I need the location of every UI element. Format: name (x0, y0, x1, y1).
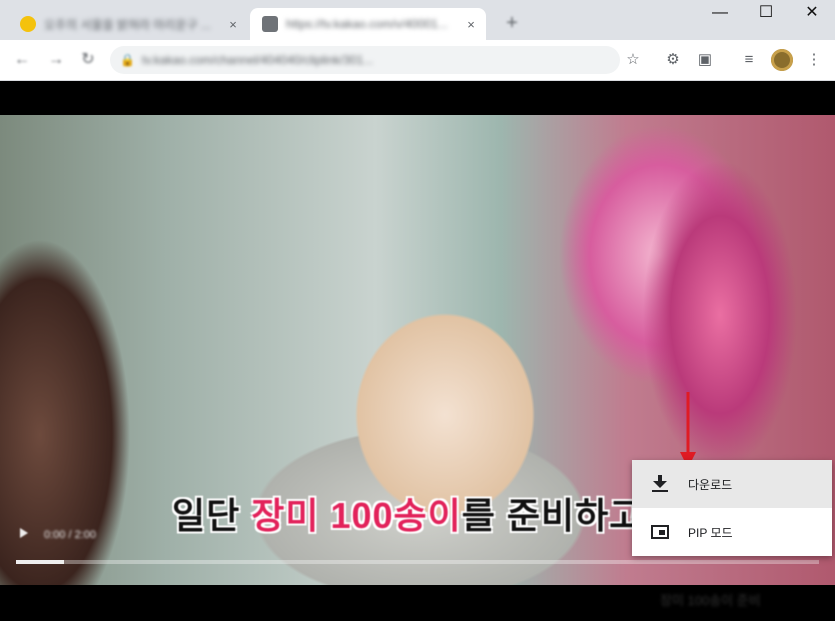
media-control-icon[interactable]: ≡ (739, 50, 759, 70)
download-icon (650, 474, 670, 494)
address-bar[interactable]: 🔒 tv.kakao.com/channel/404040/cliplink/3… (110, 46, 620, 74)
close-window-button[interactable]: ✕ (789, 0, 835, 26)
video-context-menu: 다운로드 PIP 모드 (632, 460, 832, 556)
back-button[interactable]: ← (10, 48, 34, 72)
extension-icon[interactable]: ⚙ (663, 50, 683, 70)
forward-button[interactable]: → (44, 48, 68, 72)
video-progress-bar[interactable] (16, 560, 819, 564)
menu-item-pip[interactable]: PIP 모드 (632, 508, 832, 556)
play-icon[interactable] (20, 528, 28, 538)
browser-toolbar: ← → ↻ 🔒 tv.kakao.com/channel/404040/clip… (0, 40, 835, 81)
profile-avatar[interactable] (771, 49, 793, 71)
video-progress-fill (16, 560, 65, 564)
maximize-button[interactable]: ☐ (743, 0, 789, 26)
site-favicon-icon (20, 16, 36, 32)
bookmark-star-icon[interactable]: ☆ (623, 50, 643, 70)
minimize-button[interactable]: — (697, 0, 743, 26)
reload-button[interactable]: ↻ (76, 48, 100, 72)
bottom-caption: 장미 100송이 준비 (660, 593, 761, 608)
page-favicon-icon (262, 16, 278, 32)
tab-strip: 오주의 서울을 밝혀라 마리운구 ... × https://tv.kakao.… (0, 0, 835, 40)
menu-kebab-icon[interactable]: ⋮ (804, 50, 824, 70)
tab-inactive[interactable]: 오주의 서울을 밝혀라 마리운구 ... × (8, 8, 248, 40)
lock-icon: 🔒 (120, 53, 135, 67)
cast-icon[interactable]: ▣ (695, 50, 715, 70)
tab-title: https://tv.kakao.com/v/40001... (286, 17, 448, 31)
tab-active[interactable]: https://tv.kakao.com/v/40001... × (250, 8, 486, 40)
new-tab-button[interactable]: + (498, 10, 526, 38)
menu-item-label: 다운로드 (688, 477, 733, 492)
url-text: tv.kakao.com/channel/404040/cliplink/301… (142, 53, 374, 67)
video-subtitle: 일단 장미 100송이를 준비하고 (172, 495, 644, 536)
pip-icon (650, 522, 670, 542)
tab-close-icon[interactable]: × (224, 17, 242, 32)
video-time: 0:00 / 2:00 (44, 529, 96, 541)
menu-item-download[interactable]: 다운로드 (632, 460, 832, 508)
menu-item-label: PIP 모드 (688, 525, 733, 540)
tab-title: 오주의 서울을 밝혀라 마리운구 ... (44, 17, 211, 32)
tab-close-icon[interactable]: × (462, 17, 480, 32)
annotation-arrow-icon (680, 392, 696, 468)
